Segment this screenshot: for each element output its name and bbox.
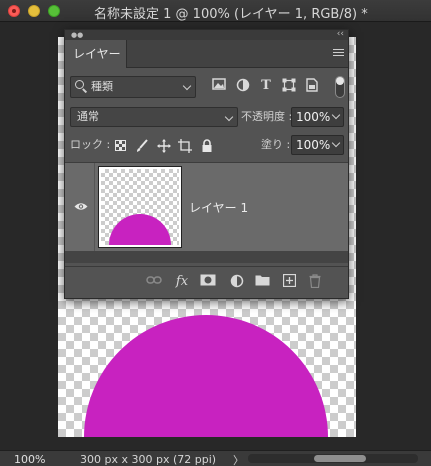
eye-icon[interactable] [74, 202, 88, 211]
status-bar: 100% 300 px x 300 px (72 ppi) 〉 [0, 450, 431, 466]
mask-icon[interactable] [200, 274, 216, 290]
new-layer-icon[interactable] [281, 273, 297, 290]
fx-icon[interactable]: fx [174, 274, 190, 290]
close-window-button[interactable] [8, 5, 20, 17]
layer-thumbnail[interactable] [98, 166, 182, 248]
blend-mode-value: 通常 [77, 110, 99, 123]
layers-panel: ●● ‹‹ レイヤー 種類 T 通常 不透明度: 100% ロック: 塗り … [64, 29, 349, 299]
trash-icon[interactable] [307, 274, 323, 290]
opacity-label: 不透明度 : [241, 110, 293, 123]
window-title-bar: 名称未設定 1 @ 100% (レイヤー 1, RGB/8) * [0, 0, 431, 22]
panel-menu-icon[interactable] [333, 49, 344, 58]
horizontal-scrollbar[interactable] [248, 454, 418, 463]
shape-filter-icon[interactable] [281, 78, 297, 94]
search-icon [75, 80, 84, 89]
fill-label: 塗り : [261, 138, 291, 151]
panel-header-strip[interactable]: ●● ‹‹ [65, 29, 348, 40]
opacity-field[interactable]: 100% [291, 107, 344, 127]
lock-label: ロック : [70, 138, 111, 151]
chevron-down-icon[interactable] [331, 138, 341, 148]
layer-row[interactable]: レイヤー 1 [65, 163, 348, 251]
chevron-down-icon[interactable] [331, 110, 341, 120]
chevron-down-icon [224, 112, 234, 122]
filter-kind-select[interactable]: 種類 [70, 76, 196, 98]
lock-position-move-icon[interactable] [157, 138, 171, 153]
status-menu-chevron-icon[interactable]: 〉 [233, 452, 244, 466]
panel-tab-row: レイヤー [65, 40, 348, 68]
filter-kind-value: 種類 [91, 80, 113, 93]
lock-artboard-icon[interactable] [178, 138, 192, 153]
adjustment-filter-icon[interactable] [235, 78, 251, 94]
visibility-toggle[interactable] [65, 163, 95, 251]
smart-object-filter-icon[interactable] [304, 78, 320, 94]
lock-pixels-brush-icon[interactable] [135, 138, 149, 152]
filter-toggle[interactable] [335, 76, 345, 98]
maximize-window-button[interactable] [48, 5, 60, 17]
chevron-down-icon [182, 81, 192, 91]
adjustment-icon[interactable] [229, 274, 245, 290]
lock-all-icon[interactable] [201, 138, 215, 152]
collapse-panel-icon[interactable]: ‹‹ [337, 29, 344, 39]
layer-name[interactable]: レイヤー 1 [189, 199, 248, 216]
window-title: 名称未設定 1 @ 100% (レイヤー 1, RGB/8) * [94, 7, 368, 22]
folder-icon[interactable] [254, 274, 270, 290]
scrollbar-thumb[interactable] [314, 455, 366, 462]
drag-handle-icon[interactable]: ●● [71, 31, 83, 39]
fill-field[interactable]: 100% [291, 135, 344, 155]
layers-bottom-bar: fx [65, 266, 348, 296]
document-info: 300 px x 300 px (72 ppi) [80, 453, 217, 466]
thumbnail-semicircle [109, 214, 171, 245]
link-icon[interactable] [146, 274, 162, 290]
opacity-value: 100% [296, 110, 331, 124]
image-filter-icon[interactable] [211, 78, 227, 94]
layer-list: レイヤー 1 [65, 163, 348, 263]
type-filter-icon[interactable]: T [258, 78, 274, 94]
blend-mode-select[interactable]: 通常 [70, 107, 238, 127]
fill-value: 100% [296, 138, 331, 152]
minimize-window-button[interactable] [28, 5, 40, 17]
lock-transparency-icon[interactable] [115, 140, 126, 151]
tab-layers[interactable]: レイヤー [65, 40, 127, 68]
zoom-level[interactable]: 100% [14, 453, 45, 466]
